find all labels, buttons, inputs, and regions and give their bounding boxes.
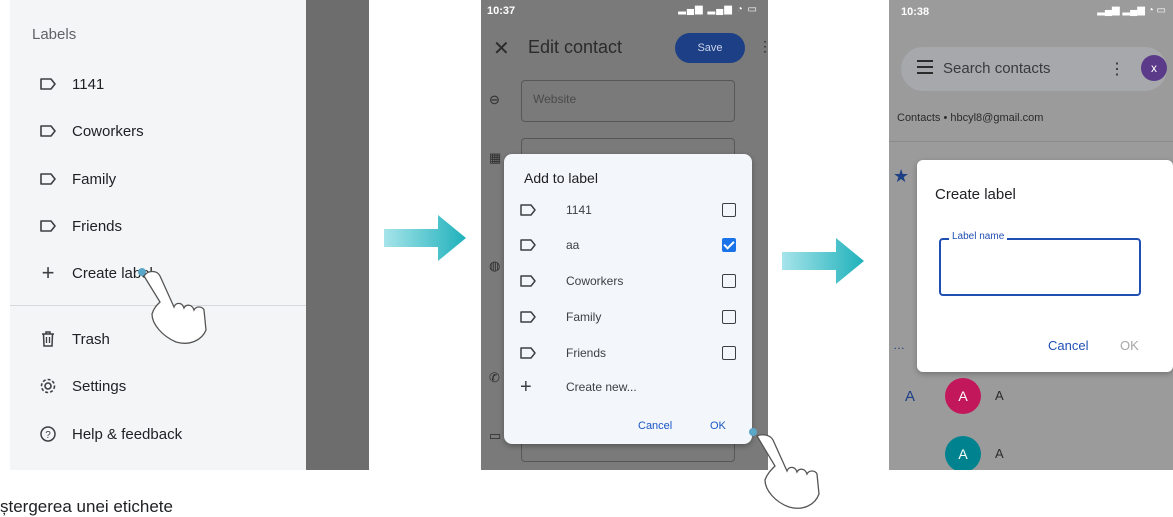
drawer-item-text: Coworkers — [72, 122, 144, 140]
avatar[interactable]: x — [1141, 55, 1167, 81]
note-icon: ▭ — [489, 428, 502, 443]
label-checkbox-checked[interactable] — [722, 238, 736, 252]
tap-hand-icon — [756, 434, 820, 509]
status-icons: ▂▄▆ ▂▄▆ ◔ ▭ — [1097, 5, 1166, 16]
label-icon — [38, 169, 58, 189]
labels-drawer-screenshot: Labels 1141 Coworkers Family Friends + C… — [10, 0, 369, 470]
label-name-input[interactable] — [939, 238, 1141, 296]
palette-icon: ◍ — [489, 258, 501, 273]
drawer-item-text: Family — [72, 170, 117, 188]
account-label: Contacts • hbcyl8@gmail.com — [897, 112, 1044, 124]
contact-avatar[interactable]: A — [945, 378, 981, 414]
drawer-item-label-friends[interactable]: Friends — [38, 214, 122, 238]
ok-button[interactable]: OK — [1120, 338, 1139, 353]
drawer-item-label-coworkers[interactable]: Coworkers — [38, 119, 144, 143]
save-button[interactable]: Save — [675, 33, 745, 63]
labels-section-header: Labels — [32, 26, 77, 43]
create-new-text: Create new... — [566, 380, 637, 394]
label-icon — [520, 204, 544, 216]
drawer-item-settings[interactable]: Settings — [38, 374, 126, 398]
status-bar: 10:38 ▂▄▆ ▂▄▆ ◔ ▭ — [889, 0, 1173, 22]
contact-avatar[interactable]: A — [945, 436, 981, 470]
label-icon — [520, 239, 544, 251]
star-icon: ★ — [893, 166, 910, 186]
tap-hand-icon — [138, 268, 207, 344]
phone-icon: ✆ — [489, 370, 500, 385]
add-to-label-screenshot: 10:37 ▂▄▆ ▂▄▆ ◔ ▭ ✕ Edit contact Save ⋮ … — [481, 0, 768, 470]
label-option-friends[interactable]: Friends — [520, 343, 736, 363]
label-name-field-label: Label name — [949, 231, 1008, 242]
label-checkbox[interactable] — [722, 203, 736, 217]
drawer-item-text: Friends — [72, 217, 123, 235]
website-placeholder: Website — [533, 92, 577, 106]
svg-text:?: ? — [45, 430, 51, 441]
more-options-icon[interactable]: ⋮ — [758, 38, 768, 55]
status-icons: ▂▄▆ ▂▄▆ ◔ ▭ — [678, 4, 758, 15]
caption: ștergerea unei etichete — [0, 497, 173, 516]
plus-icon: + — [520, 375, 532, 398]
divider — [889, 141, 1173, 142]
create-new-label-button[interactable]: + Create new... — [520, 375, 736, 398]
label-checkbox[interactable] — [722, 310, 736, 324]
section-dots: … — [893, 338, 905, 352]
link-icon: ⊖ — [489, 92, 500, 107]
cancel-button[interactable]: Cancel — [1048, 338, 1088, 353]
cancel-button[interactable]: Cancel — [638, 420, 672, 432]
label-icon — [38, 216, 58, 236]
label-icon — [38, 74, 58, 94]
drawer-item-label-1141[interactable]: 1141 — [38, 72, 104, 96]
drawer-item-text: Help & feedback — [72, 425, 183, 443]
search-input[interactable]: Search contacts — [943, 60, 1051, 77]
drawer-scrim[interactable] — [306, 0, 369, 470]
label-checkbox[interactable] — [722, 274, 736, 288]
create-label-dialog: Create label Label name Cancel OK — [917, 160, 1173, 372]
drawer-item-text: Settings — [72, 377, 127, 395]
label-option-family[interactable]: Family — [520, 307, 736, 327]
arrow-right-icon — [782, 238, 864, 284]
gear-icon — [38, 376, 58, 396]
arrow-right-icon — [384, 215, 466, 261]
label-checkbox[interactable] — [722, 346, 736, 360]
help-icon: ? — [38, 424, 58, 444]
menu-icon[interactable] — [917, 60, 933, 74]
plus-icon: + — [41, 260, 55, 285]
label-option-1141[interactable]: 1141 — [520, 200, 736, 220]
close-icon[interactable]: ✕ — [493, 36, 510, 61]
ok-button[interactable]: OK — [710, 420, 726, 432]
create-label-screenshot: 10:38 ▂▄▆ ▂▄▆ ◔ ▭ Search contacts ⋮ x Co… — [889, 0, 1173, 470]
status-bar: 10:37 ▂▄▆ ▂▄▆ ◔ ▭ — [481, 0, 768, 22]
label-option-coworkers[interactable]: Coworkers — [520, 271, 736, 291]
label-option-name: Friends — [566, 346, 607, 360]
dialog-title: Add to label — [524, 170, 598, 186]
label-option-name: 1141 — [566, 203, 592, 217]
label-icon — [520, 275, 544, 287]
label-icon — [520, 347, 544, 359]
drawer-item-help[interactable]: ? Help & feedback — [38, 422, 182, 446]
drawer-item-text: Trash — [72, 330, 110, 348]
more-options-icon[interactable]: ⋮ — [1109, 59, 1125, 79]
page-title: Edit contact — [528, 37, 623, 57]
drawer-item-trash[interactable]: Trash — [38, 327, 110, 351]
calendar-icon: ▦ — [489, 150, 502, 165]
label-option-name: aa — [566, 238, 580, 252]
dialog-title: Create label — [935, 186, 1016, 203]
drawer-item-text: 1141 — [72, 75, 105, 93]
drawer-item-label-family[interactable]: Family — [38, 167, 116, 191]
contact-name[interactable]: A — [995, 446, 1004, 461]
trash-icon — [38, 329, 58, 349]
label-icon — [38, 121, 58, 141]
status-time: 10:38 — [901, 6, 930, 18]
label-option-name: Family — [566, 310, 602, 324]
status-time: 10:37 — [487, 5, 516, 17]
contact-name[interactable]: A — [995, 388, 1004, 403]
section-letter: A — [905, 388, 916, 405]
label-option-name: Coworkers — [566, 274, 624, 288]
label-icon — [520, 311, 544, 323]
label-option-aa[interactable]: aa — [520, 235, 736, 255]
search-bar[interactable]: Search contacts ⋮ x — [901, 47, 1167, 91]
add-to-label-dialog: Add to label 1141 aa Coworkers Family Fr… — [504, 154, 752, 444]
